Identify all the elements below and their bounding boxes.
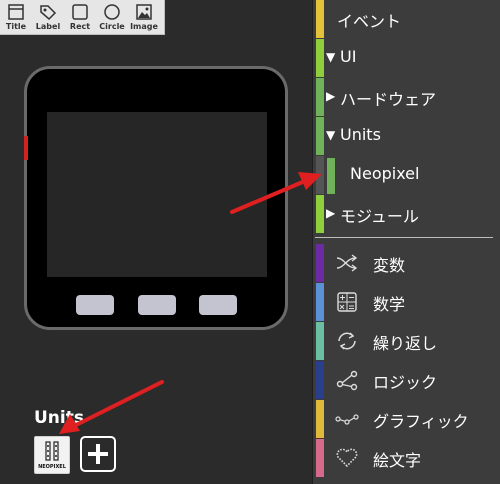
category-color-bar	[316, 439, 324, 477]
add-unit-button[interactable]	[80, 436, 116, 472]
unit-chip-label: NEOPIXEL	[38, 464, 66, 470]
category-color-bar	[316, 361, 324, 399]
category-color-bar	[316, 322, 324, 360]
category-color-bar	[316, 400, 324, 438]
graph-nodes-icon	[335, 414, 359, 425]
loop-icon	[338, 332, 356, 350]
m5stack-device-preview	[24, 66, 288, 330]
category-hardware[interactable]: ▶ ハードウェア	[313, 78, 500, 116]
category-variables[interactable]: 変数	[313, 244, 500, 282]
category-ui[interactable]: ▼ UI	[313, 39, 500, 77]
category-math[interactable]: 数学	[313, 283, 500, 321]
expand-down-icon[interactable]: ▼	[326, 50, 335, 64]
category-color-bar	[316, 244, 324, 282]
category-label: 繰り返し	[373, 334, 438, 353]
tool-label: Circle	[99, 22, 125, 31]
device-button-a[interactable]	[76, 295, 114, 315]
units-heading: Units	[34, 408, 84, 428]
category-label: UI	[340, 47, 357, 66]
device-side-marker	[24, 136, 28, 160]
tool-label: Rect	[69, 22, 91, 31]
device-button-b[interactable]	[138, 295, 176, 315]
category-label: グラフィック	[373, 412, 469, 431]
category-label: 変数	[373, 256, 406, 275]
image-icon	[136, 4, 152, 20]
category-logic[interactable]: ロジック	[313, 361, 500, 399]
shuffle-icon	[336, 254, 358, 272]
calculator-icon	[337, 292, 357, 312]
label-tag-icon	[40, 5, 57, 21]
tool-label: Title	[5, 22, 27, 31]
category-color-bar	[316, 195, 324, 233]
tool-label: Image	[130, 22, 158, 31]
category-label: 数学	[373, 295, 406, 314]
category-label: モジュール	[340, 207, 419, 226]
device-button-c[interactable]	[199, 295, 237, 315]
category-divider	[315, 237, 493, 238]
heart-pixel-icon	[336, 448, 358, 468]
tool-label: Label	[35, 22, 61, 31]
category-units[interactable]: ▼ Units	[313, 117, 500, 155]
neopixel-unit-chip[interactable]: NEOPIXEL	[34, 436, 70, 474]
tool-rect[interactable]: Rect	[64, 0, 96, 34]
device-screen[interactable]	[47, 112, 267, 277]
category-color-bar	[327, 158, 335, 194]
tool-title[interactable]: Title	[0, 0, 32, 34]
category-color-bar	[316, 78, 324, 116]
rect-icon	[72, 4, 88, 20]
category-graphics[interactable]: グラフィック	[313, 400, 500, 438]
expand-right-icon[interactable]: ▶	[326, 206, 335, 220]
category-color-bar	[316, 117, 324, 155]
category-label: 絵文字	[373, 451, 422, 470]
category-loops[interactable]: 繰り返し	[313, 322, 500, 360]
category-indent-bar	[316, 156, 324, 194]
category-color-bar	[316, 0, 324, 38]
category-label: Neopixel	[350, 164, 420, 183]
category-modules[interactable]: ▶ モジュール	[313, 195, 500, 233]
category-neopixel[interactable]: Neopixel	[313, 156, 500, 194]
category-color-bar	[316, 283, 324, 321]
category-label: Units	[340, 125, 381, 144]
tool-label-widget[interactable]: Label	[32, 0, 64, 34]
branch-icon	[336, 370, 358, 391]
widget-toolbox: Title Label Rect Circle Image	[0, 0, 165, 35]
neopixel-strip-icon	[45, 441, 59, 461]
expand-down-icon[interactable]: ▼	[326, 128, 335, 142]
canvas-stage: Title Label Rect Circle Image Units NEOP…	[0, 0, 312, 484]
plus-icon-vertical	[96, 444, 100, 464]
tool-circle[interactable]: Circle	[96, 0, 128, 34]
category-label: ロジック	[373, 373, 438, 392]
block-category-panel: イベント ▼ UI ▶ ハードウェア ▼ Units Neopixel ▶ モジ…	[312, 0, 500, 484]
category-label: ハードウェア	[340, 90, 437, 109]
circle-icon	[104, 4, 120, 20]
category-label: イベント	[337, 12, 402, 31]
category-events[interactable]: イベント	[313, 0, 500, 38]
expand-right-icon[interactable]: ▶	[326, 89, 335, 103]
tool-image[interactable]: Image	[128, 0, 160, 34]
title-icon	[8, 4, 24, 20]
category-emoji[interactable]: 絵文字	[313, 439, 500, 477]
category-color-bar	[316, 39, 324, 77]
